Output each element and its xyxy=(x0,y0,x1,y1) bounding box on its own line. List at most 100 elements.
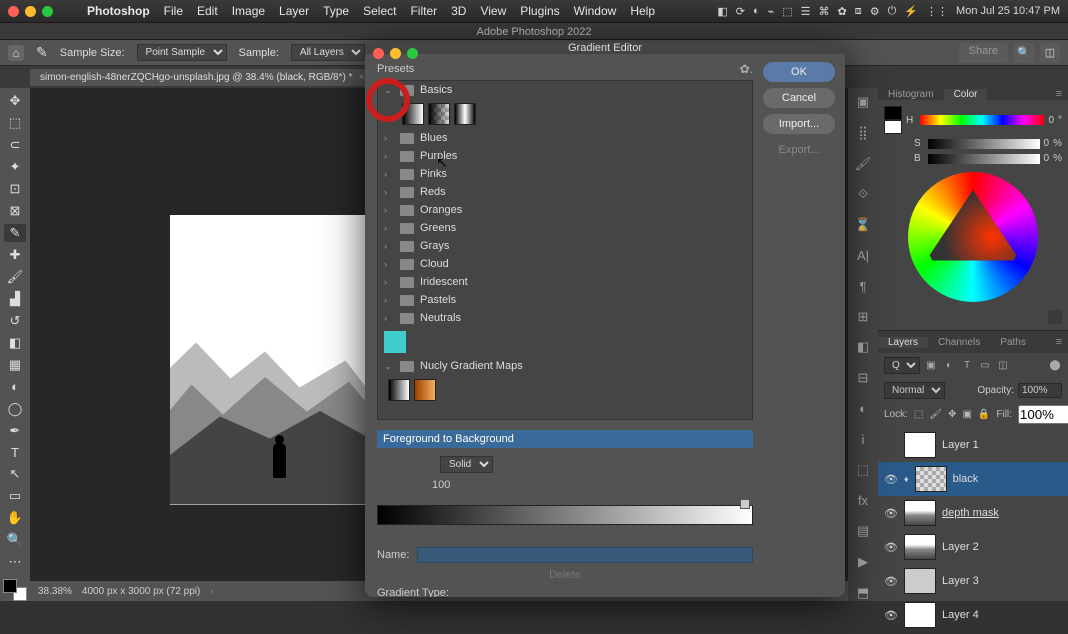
document-canvas[interactable] xyxy=(170,215,370,505)
opacity-input[interactable] xyxy=(1018,383,1062,398)
close-tab-icon[interactable]: × xyxy=(359,72,365,83)
gradient-type-select[interactable]: Solid xyxy=(440,456,493,473)
menubar-extra-icon[interactable]: ⬚ xyxy=(782,5,792,18)
panel-icon[interactable]: ⬚ xyxy=(854,462,872,479)
history-brush-tool[interactable]: ↺ xyxy=(4,312,26,330)
import-button[interactable]: Import... xyxy=(763,114,835,134)
layer-row[interactable]: 👁Layer 4 xyxy=(878,598,1068,632)
menubar-extra-icon[interactable]: ⟳ xyxy=(736,5,745,18)
gradient-tool[interactable]: ▦ xyxy=(4,356,26,374)
panel-icon[interactable]: ▤ xyxy=(854,523,872,540)
home-button[interactable]: ⌂ xyxy=(8,45,24,61)
blend-mode-select[interactable]: Normal xyxy=(884,382,945,399)
smoothness-value[interactable]: 100 xyxy=(432,479,450,491)
sample-size-select[interactable]: Point Sample xyxy=(137,44,227,61)
visibility-icon[interactable]: 👁 xyxy=(884,507,898,520)
app-menu[interactable]: Photoshop xyxy=(87,4,150,18)
filter-type-icon[interactable]: T xyxy=(960,360,974,371)
path-tool[interactable]: ↖ xyxy=(4,465,26,483)
menu-filter[interactable]: Filter xyxy=(410,4,437,18)
layer-row[interactable]: 👁Layer 2 xyxy=(878,530,1068,564)
tab-histogram[interactable]: Histogram xyxy=(878,89,944,100)
bri-slider[interactable] xyxy=(928,154,1040,164)
panel-icon[interactable]: ⣿ xyxy=(854,125,872,142)
layers-list[interactable]: Layer 1 👁♦black 👁depth mask 👁Layer 2 👁La… xyxy=(878,426,1068,634)
panel-icon[interactable]: ⌛ xyxy=(854,217,872,234)
filter-smart-icon[interactable]: ◫ xyxy=(996,360,1010,371)
lock-pixels-icon[interactable]: 🖌 xyxy=(929,409,942,420)
color-wheel[interactable] xyxy=(908,172,1038,302)
blur-tool[interactable]: ◐ xyxy=(4,378,26,396)
pen-tool[interactable]: ✒ xyxy=(4,422,26,440)
eraser-tool[interactable]: ◧ xyxy=(4,334,26,352)
menubar-extra-icon[interactable]: ⏻ xyxy=(888,5,897,18)
preset-folder[interactable]: ›Blues xyxy=(378,129,752,147)
delete-button[interactable]: Delete xyxy=(549,569,581,581)
preset-folder[interactable]: ›Purples xyxy=(378,147,752,165)
menubar-extra-icon[interactable]: ⧈ xyxy=(855,5,862,18)
gradient-preset-thumb[interactable] xyxy=(384,331,406,353)
menubar-extra-icon[interactable]: ◧ xyxy=(717,5,727,18)
preset-folder[interactable]: ›Pastels xyxy=(378,291,752,309)
preset-list[interactable]: ⌄Basics ›Blues ›Purples ›Pinks ›Reds ›Or… xyxy=(377,80,753,420)
menu-image[interactable]: Image xyxy=(232,4,265,18)
panel-menu-icon[interactable]: ≡ xyxy=(1050,88,1068,100)
lasso-tool[interactable]: ⊂ xyxy=(4,136,26,154)
preset-folder[interactable]: ›Greens xyxy=(378,219,752,237)
menu-plugins[interactable]: Plugins xyxy=(520,4,559,18)
menu-file[interactable]: File xyxy=(164,4,183,18)
preset-folder-basics[interactable]: ⌄Basics xyxy=(378,81,752,99)
preset-folder[interactable]: ›Oranges xyxy=(378,201,752,219)
panel-icon[interactable]: 🖌 xyxy=(854,155,872,172)
filter-shape-icon[interactable]: ▭ xyxy=(978,360,992,371)
frame-tool[interactable]: ⊠ xyxy=(4,202,26,220)
sat-value[interactable]: 0 xyxy=(1044,138,1050,149)
lock-position-icon[interactable]: ✥ xyxy=(948,409,956,420)
visibility-icon[interactable]: 👁 xyxy=(884,575,898,588)
brush-tool[interactable]: 🖌 xyxy=(4,268,26,286)
document-tab[interactable]: simon-english-48nerZQCHgo-unsplash.jpg @… xyxy=(30,69,374,86)
lock-transparent-icon[interactable]: ⬚ xyxy=(914,409,923,420)
panel-icon[interactable]: A| xyxy=(854,247,872,264)
bri-value[interactable]: 0 xyxy=(1044,153,1050,164)
gradient-preset-thumb[interactable] xyxy=(414,379,436,401)
panel-icon[interactable]: ▣ xyxy=(854,94,872,111)
zoom-tool[interactable]: 🔍 xyxy=(4,531,26,549)
menu-help[interactable]: Help xyxy=(630,4,655,18)
menubar-extra-icon[interactable]: ⚙ xyxy=(870,5,880,18)
layer-row[interactable]: Layer 1 xyxy=(878,428,1068,462)
panel-icon[interactable]: ⊞ xyxy=(854,308,872,325)
preset-folder[interactable]: ›Grays xyxy=(378,237,752,255)
preset-folder[interactable]: ›Iridescent xyxy=(378,273,752,291)
cancel-button[interactable]: Cancel xyxy=(763,88,835,108)
gradient-preset-thumb[interactable] xyxy=(428,103,450,125)
tab-paths[interactable]: Paths xyxy=(990,337,1036,348)
hue-slider[interactable] xyxy=(920,115,1044,125)
preset-folder[interactable]: ›Pinks xyxy=(378,165,752,183)
marquee-tool[interactable]: ⬚ xyxy=(4,114,26,132)
window-traffic-lights[interactable] xyxy=(8,6,53,17)
lock-artboard-icon[interactable]: ▣ xyxy=(962,409,971,420)
quick-select-tool[interactable]: ✦ xyxy=(4,158,26,176)
gradient-preset-thumb[interactable] xyxy=(402,103,424,125)
layer-row[interactable]: 👁♦black xyxy=(878,462,1068,496)
menu-type[interactable]: Type xyxy=(323,4,349,18)
visibility-icon[interactable]: 👁 xyxy=(884,473,898,486)
eyedropper-tool[interactable]: ✎ xyxy=(4,224,26,242)
layer-row[interactable]: 👁depth mask xyxy=(878,496,1068,530)
stamp-tool[interactable]: ▟ xyxy=(4,290,26,308)
secondary-name-field[interactable] xyxy=(417,547,753,563)
move-tool[interactable]: ✥ xyxy=(4,92,26,110)
search-icon[interactable]: 🔍 xyxy=(1014,43,1034,63)
fill-input[interactable] xyxy=(1018,405,1068,424)
wifi-icon[interactable]: ⋮⋮ xyxy=(926,5,948,18)
panel-icon[interactable]: ⬒ xyxy=(854,584,872,601)
menu-window[interactable]: Window xyxy=(574,4,617,18)
panel-icon[interactable]: ⊟ xyxy=(854,370,872,387)
sat-slider[interactable] xyxy=(928,139,1040,149)
panel-icon[interactable]: fx xyxy=(854,492,872,509)
panel-icon[interactable]: ◧ xyxy=(854,339,872,356)
edit-toolbar[interactable]: ⋯ xyxy=(4,553,26,571)
healing-tool[interactable]: ✚ xyxy=(4,246,26,264)
layer-row[interactable]: 👁Layer 3 xyxy=(878,564,1068,598)
